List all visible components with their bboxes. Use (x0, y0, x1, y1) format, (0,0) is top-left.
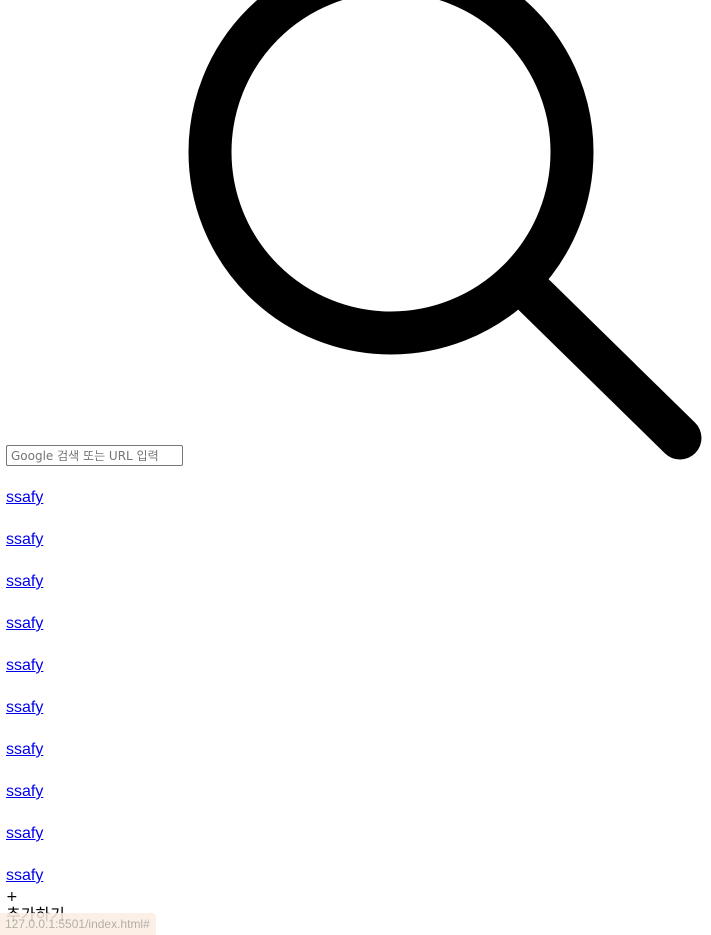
shortcut-link[interactable]: ssafy (6, 615, 43, 632)
shortcut-item: ssafy (6, 783, 43, 825)
shortcut-link[interactable]: ssafy (6, 489, 43, 506)
shortcut-link[interactable]: ssafy (6, 783, 43, 800)
plus-icon: + (6, 889, 18, 905)
shortcut-item: ssafy (6, 657, 43, 699)
shortcut-item: ssafy (6, 699, 43, 741)
shortcut-link[interactable]: ssafy (6, 699, 43, 716)
shortcut-item: ssafy (6, 825, 43, 867)
shortcut-item: ssafy (6, 531, 43, 573)
shortcut-link[interactable]: ssafy (6, 825, 43, 842)
shortcut-item: ssafy (6, 741, 43, 783)
shortcut-link[interactable]: ssafy (6, 741, 43, 758)
search-input[interactable] (6, 445, 183, 466)
new-tab-page: ssafy ssafy ssafy ssafy ssafy ssafy ssaf… (0, 0, 711, 935)
shortcut-link[interactable]: ssafy (6, 657, 43, 674)
shortcut-list: ssafy ssafy ssafy ssafy ssafy ssafy ssaf… (6, 489, 43, 909)
shortcut-link[interactable]: ssafy (6, 573, 43, 590)
shortcut-item: ssafy (6, 573, 43, 615)
shortcut-item: ssafy (6, 489, 43, 531)
status-bar-url: 127.0.0.1:5501/index.html# (0, 913, 156, 935)
shortcut-item: ssafy (6, 615, 43, 657)
search-icon[interactable] (170, 0, 710, 466)
shortcut-link[interactable]: ssafy (6, 531, 43, 548)
shortcut-link[interactable]: ssafy (6, 867, 43, 884)
